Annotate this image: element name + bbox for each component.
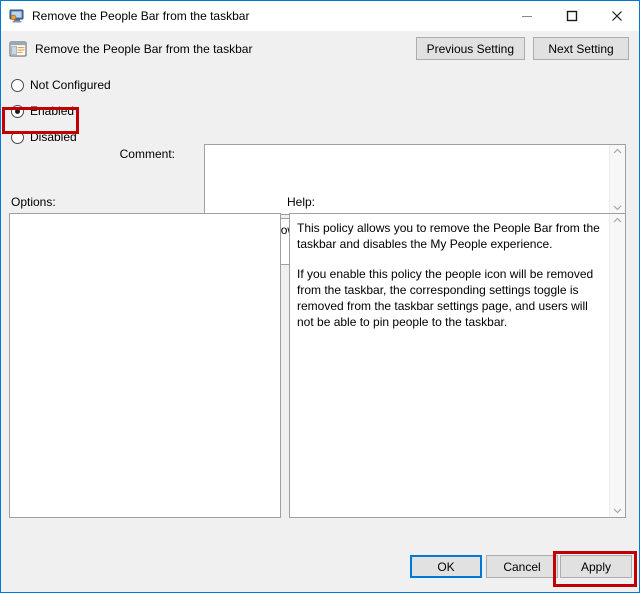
radio-indicator bbox=[11, 130, 24, 144]
options-panel[interactable] bbox=[9, 213, 281, 518]
policy-state-radio-group: Not Configured Enabled Disabled bbox=[11, 72, 121, 150]
radio-label: Not Configured bbox=[30, 78, 111, 92]
policy-setting-icon bbox=[9, 40, 27, 58]
radio-not-configured[interactable]: Not Configured bbox=[11, 72, 121, 98]
help-panel: This policy allows you to remove the Peo… bbox=[289, 213, 626, 518]
help-scrollbar[interactable] bbox=[609, 214, 625, 517]
dialog-footer: OK Cancel Apply bbox=[1, 547, 639, 592]
help-content: This policy allows you to remove the Peo… bbox=[290, 214, 609, 517]
radio-indicator-selected bbox=[11, 104, 24, 118]
panels-area: This policy allows you to remove the Peo… bbox=[1, 213, 639, 547]
options-content bbox=[10, 214, 280, 517]
radio-indicator bbox=[11, 78, 24, 92]
maximize-icon[interactable] bbox=[549, 1, 594, 30]
setting-header: Remove the People Bar from the taskbar P… bbox=[1, 31, 639, 66]
radio-label: Enabled bbox=[30, 104, 75, 118]
help-label: Help: bbox=[287, 195, 316, 209]
apply-button[interactable]: Apply bbox=[560, 555, 632, 578]
previous-setting-button[interactable]: Previous Setting bbox=[415, 37, 525, 60]
window-title: Remove the People Bar from the taskbar bbox=[32, 8, 250, 23]
scroll-up-icon[interactable] bbox=[613, 217, 622, 224]
help-paragraph: This policy allows you to remove the Peo… bbox=[297, 221, 600, 251]
radio-disabled[interactable]: Disabled bbox=[11, 124, 121, 150]
radio-label: Disabled bbox=[30, 130, 77, 144]
close-icon[interactable] bbox=[594, 1, 639, 30]
setting-title: Remove the People Bar from the taskbar bbox=[35, 41, 253, 56]
next-setting-button[interactable]: Next Setting bbox=[533, 37, 629, 60]
policy-monitor-icon bbox=[9, 8, 25, 24]
scroll-down-icon[interactable] bbox=[613, 507, 622, 514]
help-paragraph: If you enable this policy the people ico… bbox=[297, 267, 594, 329]
state-and-comment-section: Not Configured Enabled Disabled Comment: bbox=[1, 66, 639, 265]
ok-button[interactable]: OK bbox=[410, 555, 482, 578]
minimize-icon[interactable] bbox=[504, 1, 549, 30]
panel-labels-row: Options: Help: bbox=[1, 191, 639, 213]
policy-setting-dialog: Remove the People Bar from the taskbar R… bbox=[0, 0, 640, 593]
scroll-up-icon[interactable] bbox=[613, 148, 622, 155]
comment-label: Comment: bbox=[119, 147, 175, 161]
title-bar: Remove the People Bar from the taskbar bbox=[1, 1, 639, 31]
options-label: Options: bbox=[11, 195, 56, 209]
cancel-button[interactable]: Cancel bbox=[486, 555, 558, 578]
radio-enabled[interactable]: Enabled bbox=[11, 98, 121, 124]
window-controls bbox=[504, 1, 639, 30]
